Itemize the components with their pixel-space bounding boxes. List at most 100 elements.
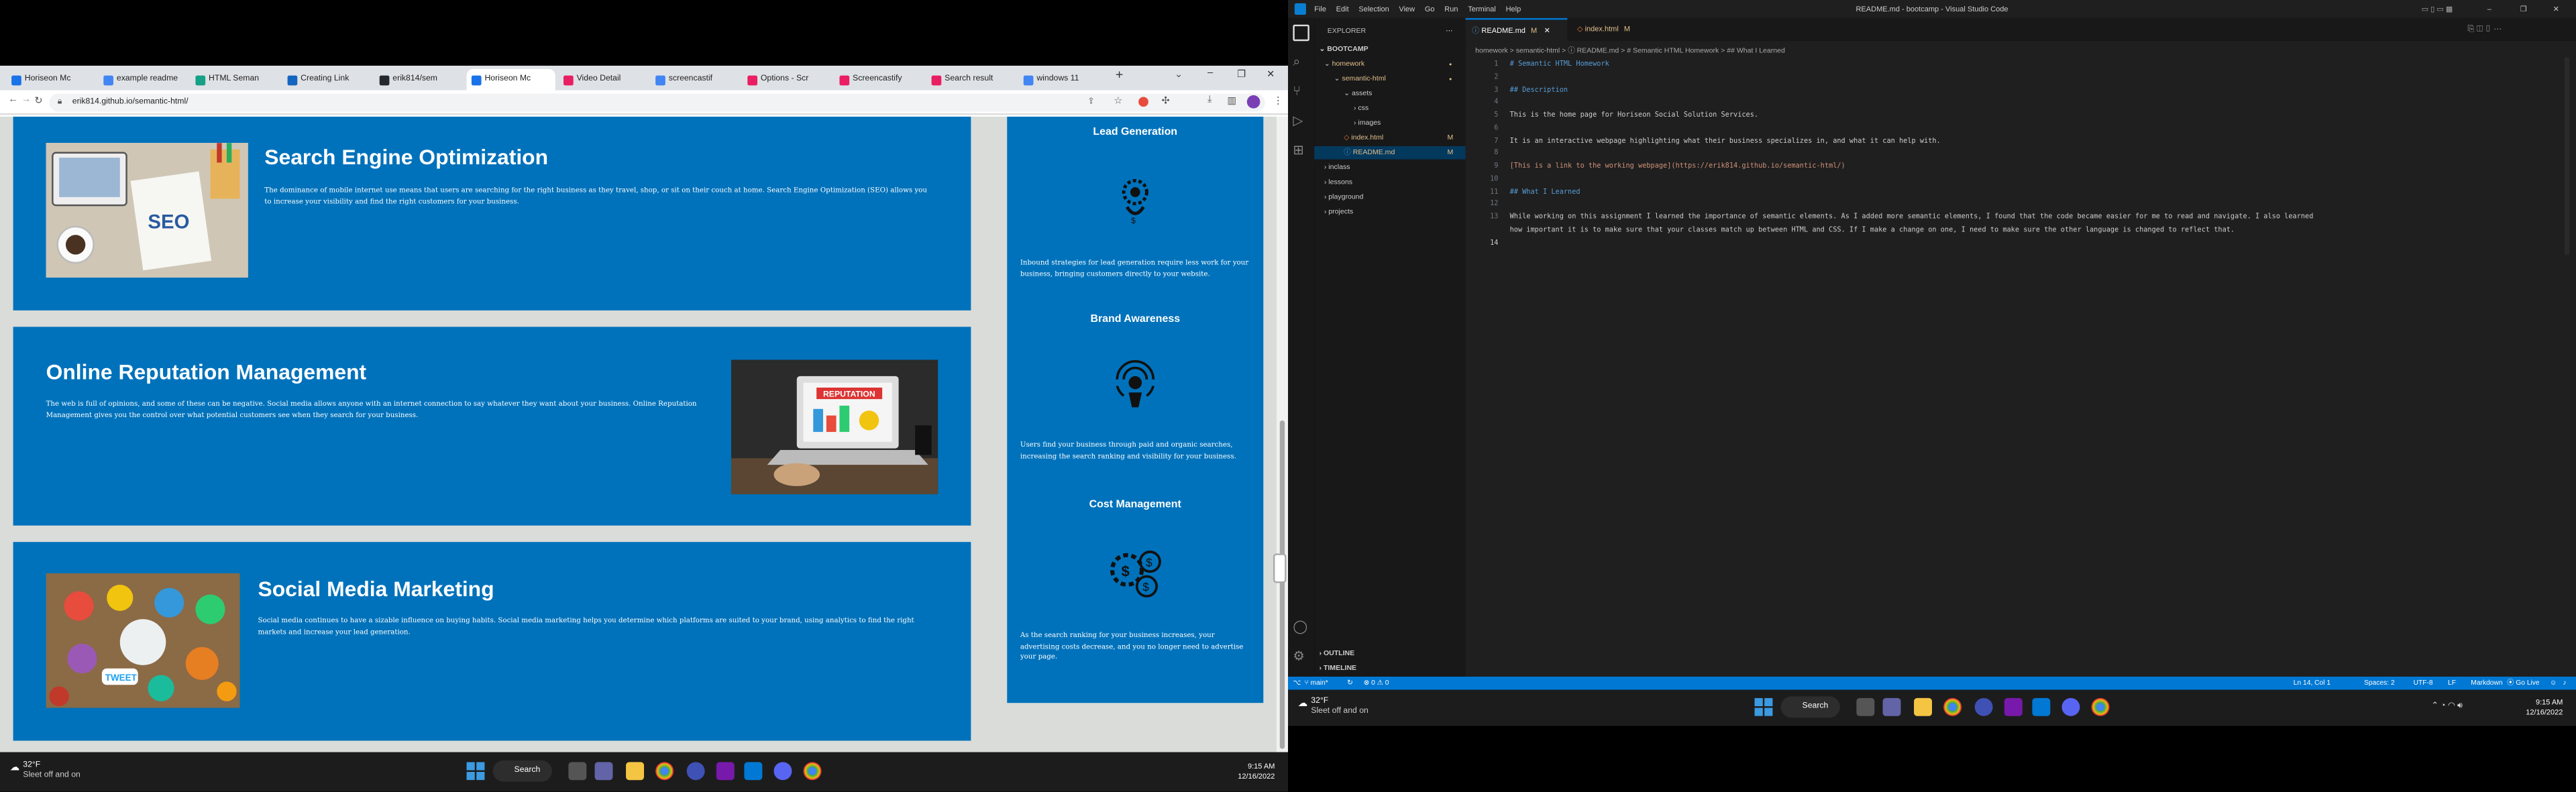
menu-item-terminal[interactable]: Terminal — [1468, 0, 1496, 18]
tree-item[interactable]: ⌄ semantic-html ● — [1314, 72, 1465, 86]
menu-item-run[interactable]: Run — [1444, 0, 1458, 18]
close-button[interactable]: ✕ — [1267, 69, 1275, 80]
browser-tab[interactable]: Screencastify — [835, 69, 923, 91]
taskbar-search[interactable]: Search — [492, 760, 552, 782]
app-taskbar-icon[interactable] — [1974, 697, 1993, 716]
teams-icon[interactable] — [1882, 697, 1901, 716]
file-explorer-icon[interactable] — [626, 762, 645, 781]
code-line[interactable]: This is the home page for Horiseon Socia… — [1510, 109, 1758, 121]
run-debug-icon[interactable]: ▷ — [1293, 113, 1309, 129]
back-icon[interactable]: ← — [8, 95, 18, 105]
app-taskbar-icon[interactable] — [686, 762, 705, 781]
encoding-status[interactable]: UTF-8 — [2414, 677, 2433, 690]
menu-item-selection[interactable]: Selection — [1358, 0, 1389, 18]
eol-status[interactable]: LF — [2448, 677, 2456, 690]
tab-index[interactable]: ◇ index.html M — [1570, 18, 1662, 41]
menu-item-view[interactable]: View — [1399, 0, 1415, 18]
minimize-button[interactable]: – — [2487, 0, 2491, 18]
code-line[interactable]: ## Description — [1510, 83, 1568, 96]
chrome-taskbar-icon-2[interactable] — [2091, 697, 2110, 716]
task-view-icon[interactable] — [568, 762, 587, 781]
menu-kebab-icon[interactable]: ⋮ — [1273, 95, 1283, 107]
browser-tab[interactable]: windows 11 — [1018, 69, 1107, 91]
browser-tab[interactable]: erik814/sem — [374, 69, 463, 91]
timeline-section[interactable]: › TIMELINE — [1320, 662, 1357, 675]
tree-item[interactable]: › inclass — [1314, 161, 1465, 174]
file-explorer-icon[interactable] — [1914, 697, 1933, 716]
browser-tab[interactable]: HTML Seman — [191, 69, 279, 91]
browser-tab[interactable]: Video Detail — [559, 69, 647, 91]
tray-icons[interactable]: ⌃ ◔ ◠ 🔊︎ — [2432, 701, 2463, 712]
golive-status[interactable]: ⦿ Go Live — [2507, 677, 2539, 690]
tree-item[interactable]: ⓘ README.md M — [1314, 146, 1466, 160]
chrome-taskbar-icon-2[interactable] — [803, 762, 822, 781]
breadcrumbs[interactable]: homework > semantic-html > ⓘ README.md >… — [1475, 43, 1785, 58]
tree-item[interactable]: › projects — [1314, 205, 1465, 219]
close-button[interactable]: ✕ — [2553, 0, 2559, 18]
menu-item-go[interactable]: Go — [1425, 0, 1435, 18]
browser-tab[interactable]: Horiseon Mc — [466, 68, 555, 91]
settings-gear-icon[interactable]: ⚙ — [1293, 648, 1309, 665]
notifications-icon[interactable]: ♪ — [2563, 677, 2566, 690]
onenote-icon[interactable] — [2004, 697, 2023, 716]
browser-tab[interactable]: screencastif — [651, 69, 739, 91]
chrome-taskbar-icon[interactable] — [1943, 697, 1962, 716]
chrome-taskbar-icon[interactable] — [655, 762, 674, 781]
editor-actions-icons[interactable]: ⎘ ◫ ▯ ⋯ — [2467, 18, 2502, 41]
share-icon[interactable]: ⇪ — [1087, 97, 1094, 107]
cursor-position[interactable]: Ln 14, Col 1 — [2294, 677, 2330, 690]
tree-item[interactable]: › css — [1314, 102, 1465, 115]
screencast-control-icon[interactable] — [1273, 553, 1287, 583]
start-icon[interactable] — [466, 762, 485, 781]
language-status[interactable]: Markdown — [2471, 677, 2502, 690]
problems-status[interactable]: ⊗ 0 ⚠ 0 — [1364, 677, 1389, 690]
remote-icon[interactable]: ⌥ — [1293, 677, 1301, 690]
sync-icon[interactable]: ↻ — [1347, 677, 1353, 690]
tree-item[interactable]: › images — [1314, 117, 1465, 130]
page-scrollbar[interactable] — [1276, 116, 1288, 752]
maximize-button[interactable]: ❐ — [1237, 69, 1246, 80]
code-line[interactable]: how important it is to make sure that yo… — [1510, 223, 2235, 235]
sidepanel-icon[interactable]: ▥ — [1227, 95, 1236, 107]
code-line[interactable]: It is an interactive webpage highlightin… — [1510, 134, 1941, 147]
code-line[interactable]: While working on this assignment I learn… — [1510, 210, 2314, 223]
more-actions-icon[interactable]: ⋯ — [1446, 25, 1453, 38]
tab-search-icon[interactable]: ⌄ — [1175, 69, 1183, 80]
extensions-puzzle-icon[interactable]: ✣ — [1161, 95, 1169, 107]
browser-tab[interactable]: Horiseon Mc — [7, 69, 95, 91]
code-line[interactable]: # Semantic HTML Homework — [1510, 58, 1609, 70]
address-bar[interactable]: 🔒︎ erik814.github.io/semantic-html/ ⇪ ☆ … — [49, 93, 1265, 112]
reload-icon[interactable]: ↻ — [34, 95, 42, 107]
close-tab-icon[interactable]: ✕ — [1544, 26, 1550, 34]
maximize-button[interactable]: ❐ — [2520, 0, 2527, 18]
vscode-taskbar-icon[interactable] — [744, 762, 763, 781]
new-tab-button[interactable]: + — [1116, 67, 1123, 82]
source-control-icon[interactable]: ⑂ — [1293, 84, 1309, 100]
menu-item-file[interactable]: File — [1314, 0, 1326, 18]
account-icon[interactable]: ◯ — [1293, 619, 1309, 635]
extension-icon[interactable] — [1138, 97, 1148, 107]
menu-item-help[interactable]: Help — [1506, 0, 1521, 18]
explorer-icon[interactable] — [1293, 24, 1309, 42]
search-icon[interactable]: ⌕ — [1293, 54, 1309, 70]
tree-item[interactable]: ⌄ assets — [1314, 87, 1465, 101]
vscode-taskbar-icon[interactable] — [2032, 697, 2051, 716]
tree-item[interactable]: ◇ index.html M — [1314, 131, 1465, 145]
code-line[interactable]: [This is a link to the working webpage](… — [1510, 160, 1845, 172]
feedback-icon[interactable]: ☺ — [2550, 677, 2557, 690]
workspace-header[interactable]: ⌄ BOOTCAMP — [1320, 43, 1368, 56]
minimap[interactable] — [2564, 57, 2570, 255]
teams-icon[interactable] — [594, 762, 613, 781]
tree-item[interactable]: › lessons — [1314, 176, 1465, 189]
browser-tab[interactable]: example readme — [99, 69, 187, 91]
code-line[interactable]: ## What I Learned — [1510, 185, 1580, 198]
bookmark-star-icon[interactable]: ☆ — [1114, 95, 1122, 107]
tree-item[interactable]: ⌄ homework ● — [1314, 58, 1465, 71]
indent-status[interactable]: Spaces: 2 — [2364, 677, 2395, 690]
tab-readme[interactable]: ⓘ README.md M ✕ — [1465, 17, 1568, 42]
discord-icon[interactable] — [2061, 697, 2080, 716]
scrollbar-thumb[interactable] — [1279, 420, 1285, 749]
taskbar-search[interactable]: Search — [1780, 696, 1840, 718]
tree-item[interactable]: › playground — [1314, 190, 1465, 204]
profile-avatar[interactable] — [1246, 95, 1260, 109]
